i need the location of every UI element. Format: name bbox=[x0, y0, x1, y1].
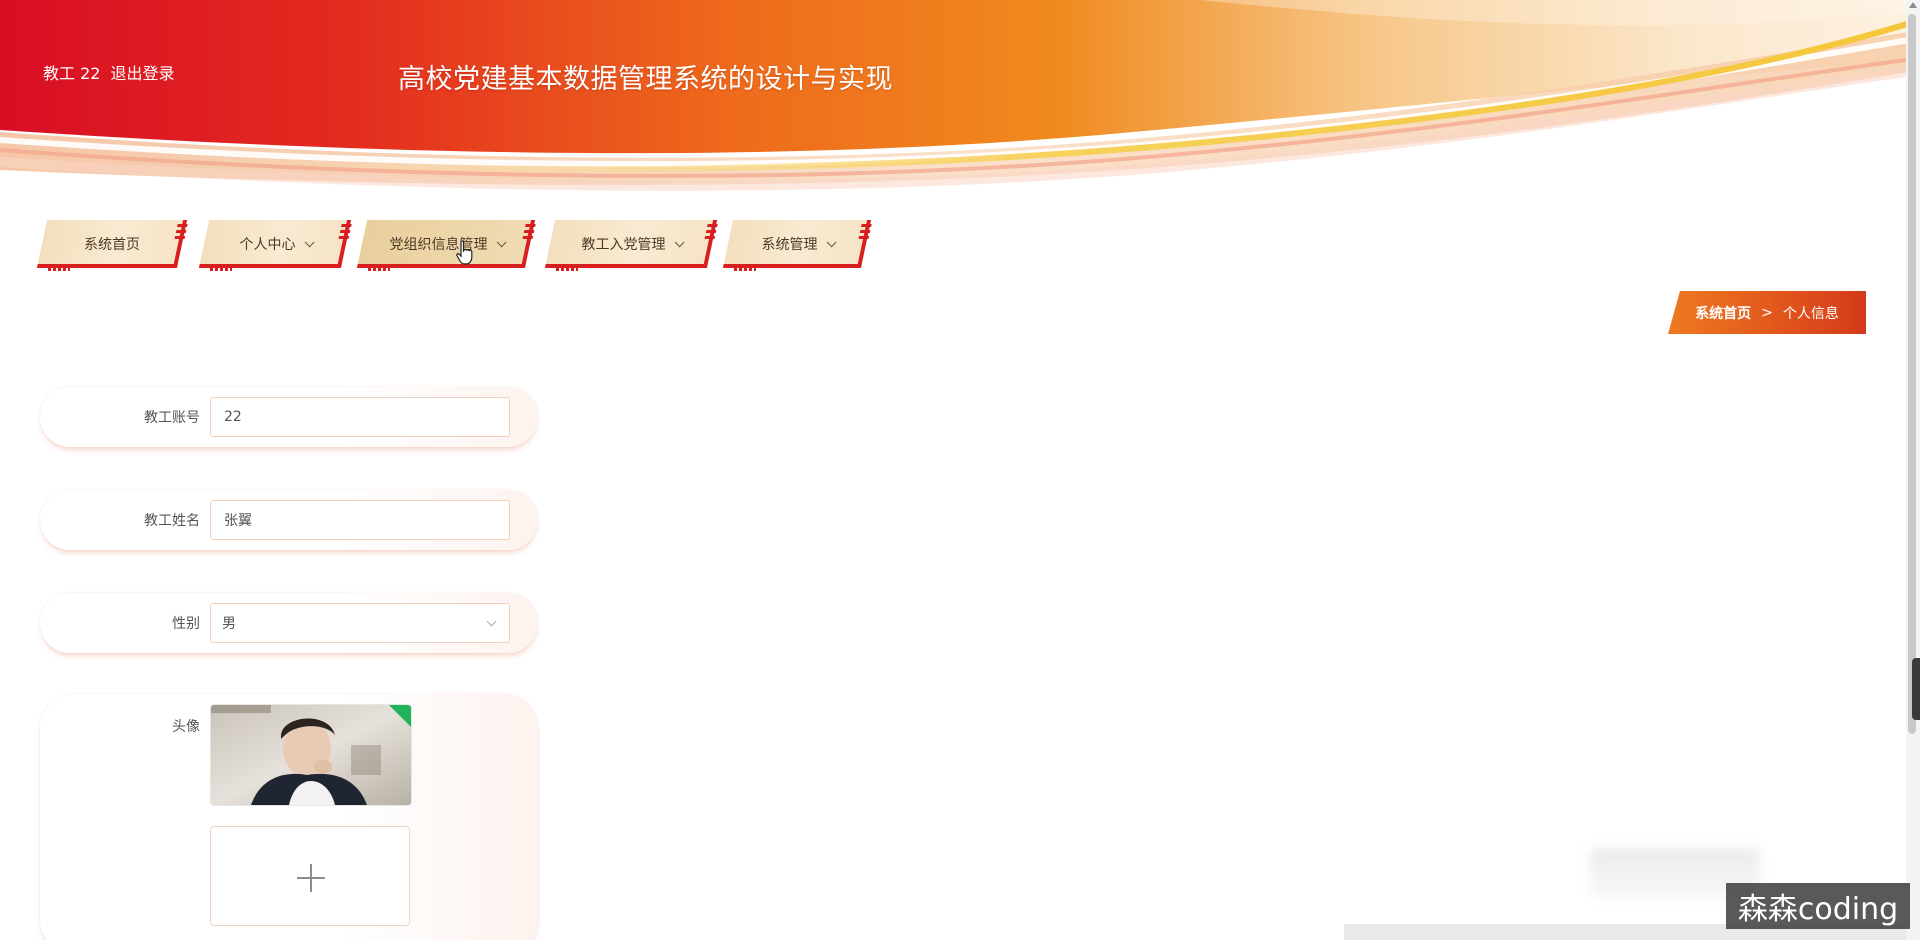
avatar-photo bbox=[211, 705, 411, 805]
side-handle[interactable] bbox=[1912, 658, 1920, 720]
site-title: 高校党建基本数据管理系统的设计与实现 bbox=[398, 64, 893, 95]
scrollbar[interactable] bbox=[1906, 0, 1920, 940]
nav-item-staff-party[interactable]: 教工入党管理 bbox=[544, 220, 718, 271]
nav-item-home[interactable]: 系统首页 bbox=[36, 220, 188, 271]
nav-item-label: 教工入党管理 bbox=[581, 237, 666, 253]
account-input[interactable] bbox=[222, 408, 498, 426]
nav-item-label: 个人中心 bbox=[239, 237, 296, 253]
breadcrumb-current: 个人信息 bbox=[1782, 305, 1839, 322]
nav-item-personal-center[interactable]: 个人中心 bbox=[198, 220, 352, 271]
chevron-down-icon bbox=[486, 616, 497, 627]
header-banner: 教工 22 退出登录 高校党建基本数据管理系统的设计与实现 bbox=[0, 0, 1920, 200]
gender-label: 性别 bbox=[172, 616, 200, 632]
hand-cursor-icon bbox=[456, 240, 473, 265]
nav-item-party-org[interactable]: 党组织信息管理 bbox=[356, 220, 536, 271]
watermark: 森森coding bbox=[1726, 883, 1910, 929]
name-input[interactable] bbox=[222, 511, 498, 529]
form-row-account: 教工账号 bbox=[40, 387, 538, 447]
user-name: 教工 22 bbox=[43, 64, 101, 83]
banner-background bbox=[0, 0, 1920, 191]
gender-select[interactable]: 男 bbox=[210, 603, 510, 643]
gender-selected-value: 男 bbox=[222, 616, 236, 632]
nav-item-system[interactable]: 系统管理 bbox=[722, 220, 872, 271]
breadcrumb: 系统首页 > 个人信息 bbox=[1668, 291, 1866, 334]
avatar-label: 头像 bbox=[172, 719, 200, 735]
account-field[interactable] bbox=[210, 397, 510, 437]
name-field[interactable] bbox=[210, 500, 510, 540]
name-label: 教工姓名 bbox=[144, 513, 200, 529]
form-row-name: 教工姓名 bbox=[40, 490, 538, 550]
breadcrumb-separator: > bbox=[1761, 304, 1773, 321]
scroll-thumb[interactable] bbox=[1908, 14, 1916, 734]
account-label: 教工账号 bbox=[144, 410, 200, 426]
nav-item-label: 系统首页 bbox=[84, 237, 140, 253]
page: 教工 22 退出登录 高校党建基本数据管理系统的设计与实现 系统首页 个人中心 … bbox=[0, 0, 1920, 940]
avatar-image[interactable] bbox=[210, 704, 412, 806]
upload-button[interactable] bbox=[210, 826, 410, 926]
logout-link[interactable]: 退出登录 bbox=[110, 60, 174, 84]
scroll-up-icon[interactable] bbox=[1909, 2, 1917, 8]
form-row-avatar: 头像 bbox=[40, 694, 538, 940]
nav-item-label: 系统管理 bbox=[761, 237, 818, 253]
breadcrumb-home-link[interactable]: 系统首页 bbox=[1695, 303, 1751, 323]
form-row-gender: 性别 男 bbox=[40, 593, 538, 653]
user-bar: 教工 22 退出登录 bbox=[43, 60, 174, 84]
